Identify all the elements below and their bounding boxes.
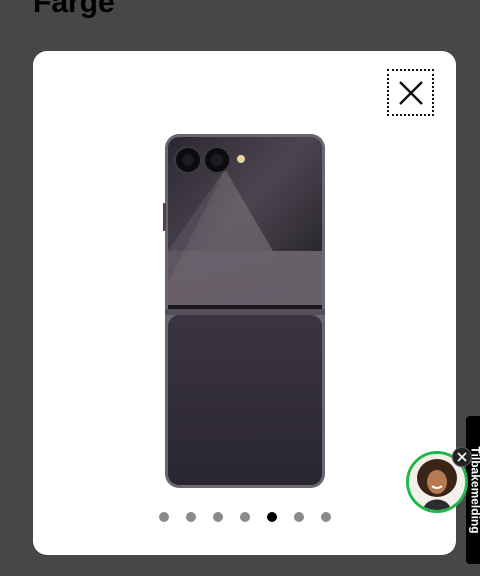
carousel-pagination: [33, 512, 456, 522]
phone-image: [163, 134, 325, 488]
carousel-dot[interactable]: [158, 512, 169, 522]
carousel-dot[interactable]: [185, 512, 196, 522]
chat-close-button[interactable]: [452, 447, 472, 467]
close-button[interactable]: [387, 69, 434, 116]
image-gallery-modal: [33, 51, 456, 555]
carousel-dot[interactable]: [212, 512, 223, 522]
close-icon: [398, 80, 423, 105]
carousel-dot[interactable]: [266, 512, 277, 522]
feedback-tab[interactable]: Tilbakemelding: [466, 416, 480, 564]
carousel-dot[interactable]: [239, 512, 250, 522]
carousel-dot[interactable]: [320, 512, 331, 522]
close-icon: [457, 452, 467, 462]
carousel-dot[interactable]: [293, 512, 304, 522]
page-heading: Farge: [33, 0, 115, 19]
